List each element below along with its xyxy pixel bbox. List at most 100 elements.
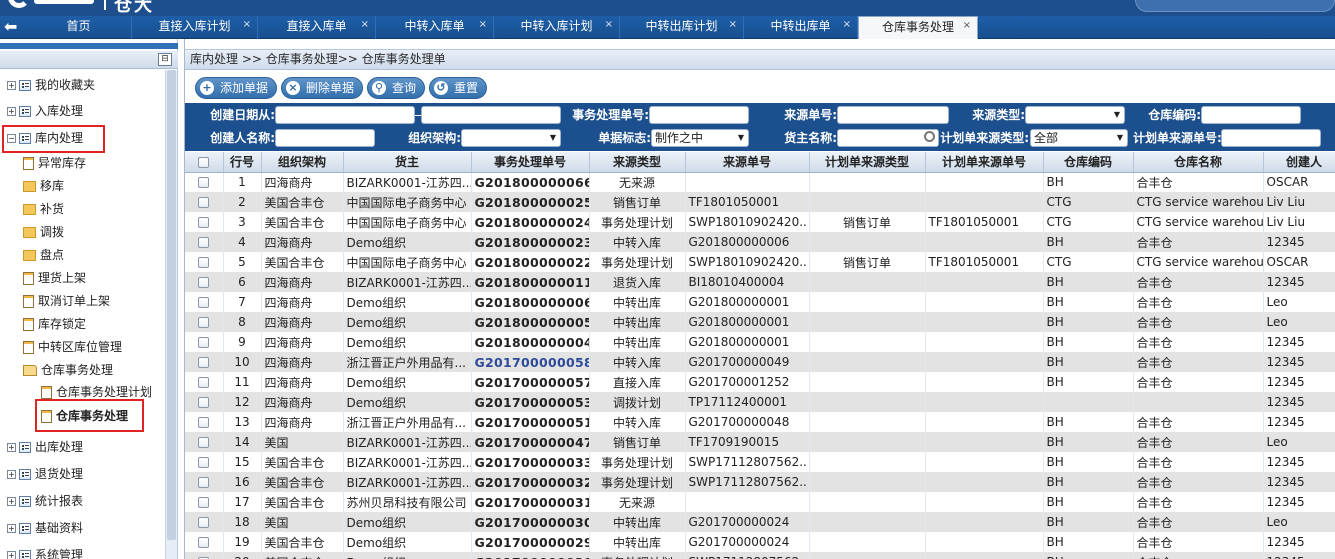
table-row[interactable]: 1 四海商舟 BIZARK0001-江苏四... G201800000066 无来源 BH… [185,172,1335,192]
table-row[interactable]: 7 四海商舟 Demo组织 G201800000006 中转出库 G20180000000… [185,292,1335,312]
column-header[interactable]: 计划单来源单号 [925,152,1044,173]
column-header[interactable]: 仓库编码 [1043,152,1134,173]
row-select-cell[interactable] [185,412,224,432]
table-row[interactable]: 6 四海商舟 BIZARK0001-江苏四... G201800000011 退货入库 B… [185,272,1335,292]
row-checkbox[interactable] [198,217,210,228]
select-all-header[interactable] [185,152,224,173]
column-header[interactable]: 来源单号 [685,152,810,173]
table-row[interactable]: 19 美国合丰仓 Demo组织 G201700000029 中转出库 G201700000… [185,532,1335,552]
row-checkbox[interactable] [198,177,210,189]
row-select-cell[interactable] [185,172,224,192]
user-panel[interactable] [1135,0,1335,12]
transaction-no-cell[interactable]: G201700000029 [471,532,590,552]
sidebar-item-outbound[interactable]: + 出库处理 [7,436,83,458]
sidebar-item-reports[interactable]: + 统计报表 [7,490,83,512]
sidebar-item-allocate[interactable]: 调拨 [23,221,64,243]
row-checkbox[interactable] [198,197,210,208]
query-button[interactable]: ⚲ 查询 [367,77,426,99]
collapse-icon[interactable]: ⊟ [158,53,172,66]
sidebar-item-warehouse-transaction-group[interactable]: 仓库事务处理 [23,359,113,381]
back-arrow-icon[interactable]: ⬅ [4,18,22,36]
row-select-cell[interactable] [185,232,224,252]
sidebar-item-cancel-order-putaway[interactable]: 取消订单上架 [23,290,110,312]
table-row[interactable]: 20美国合丰仓Demo组织G201700000028事务处理计划SWP17112… [185,552,1335,559]
plan-source-no-input[interactable] [1221,129,1321,147]
table-row[interactable]: 13 四海商舟 浙江晋正户外用品有... G201700000051 中转入库 G2017… [185,412,1335,432]
table-row[interactable]: 11 四海商舟 Demo组织 G201700000057 直接入库 G2017000012… [185,372,1335,392]
table-row[interactable]: 9 四海商舟 Demo组织 G201800000004 中转出库 G20180000000… [185,332,1335,352]
row-select-cell[interactable] [185,212,224,232]
tab-direct-inbound-order[interactable]: 直接入库单 × [258,16,376,39]
row-select-cell[interactable] [185,192,224,212]
created-date-from-input[interactable] [275,106,415,124]
expand-icon[interactable]: + [7,81,16,90]
source-no-input[interactable] [837,106,949,124]
tab-warehouse-transaction[interactable]: 仓库事务处理 × [858,16,978,39]
column-header[interactable]: 仓库名称 [1133,152,1264,173]
table-row[interactable]: 10 四海商舟 浙江晋正户外用品有... G201700000058 中转入库 G2017… [185,352,1335,372]
row-checkbox[interactable] [198,437,210,448]
row-select-cell[interactable] [185,432,224,452]
table-row[interactable]: 15 美国合丰仓 BIZARK0001-江苏四... G201700000033 事务处… [185,452,1335,472]
select-all-checkbox[interactable] [198,156,210,168]
table-row[interactable]: 2 美国合丰仓 中国国际电子商务中心 G201800000025 销售订单 TF18010… [185,192,1335,212]
close-icon[interactable]: × [361,14,369,35]
row-select-cell[interactable] [185,552,224,559]
add-document-button[interactable]: + 添加单据 [195,77,278,99]
row-select-cell[interactable] [185,252,224,272]
row-select-cell[interactable] [185,372,224,392]
column-header[interactable]: 来源类型 [589,152,686,173]
source-type-select[interactable] [1025,106,1125,124]
table-row[interactable]: 3 美国合丰仓 中国国际电子商务中心 G201800000024 事务处理计划 SWP18… [185,212,1335,232]
row-select-cell[interactable] [185,332,224,352]
expand-icon[interactable]: + [7,551,16,559]
close-icon[interactable]: × [843,14,851,35]
scrollbar-thumb[interactable] [167,70,176,540]
search-icon[interactable] [924,131,935,142]
tab-transfer-inbound-order[interactable]: 中转入库单 × [376,16,494,39]
row-select-cell[interactable] [185,492,224,512]
sidebar-item-system[interactable]: + 系统管理 [7,544,83,559]
table-row[interactable]: 18 美国 Demo组织 G201700000030 中转出库 G201700000024… [185,512,1335,532]
sidebar-item-move[interactable]: 移库 [23,175,64,197]
row-checkbox[interactable] [198,417,210,428]
row-checkbox[interactable] [198,297,210,308]
column-header[interactable]: 货主 [343,152,472,173]
transaction-no-cell[interactable]: G201700000051 [471,412,590,432]
row-checkbox[interactable] [198,457,210,468]
close-icon[interactable]: × [729,14,737,35]
transaction-no-cell[interactable]: G201800000004 [471,332,590,352]
table-row[interactable]: 4 四海商舟 Demo组织 G201800000023 中转入库 G20180000000… [185,232,1335,252]
transaction-no-input[interactable] [649,106,749,124]
table-row[interactable]: 8 四海商舟 Demo组织 G201800000005 中转出库 G20180000000… [185,312,1335,332]
row-select-cell[interactable] [185,392,224,412]
tab-transfer-outbound-plan[interactable]: 中转出库计划 × [620,16,744,39]
transaction-no-cell[interactable]: G201700000028 [471,552,590,559]
row-checkbox[interactable] [198,237,210,248]
creator-name-input[interactable] [275,129,375,147]
sidebar-item-abnormal-stock[interactable]: 异常库存 [23,152,86,174]
org-select[interactable] [461,129,561,147]
close-icon[interactable]: × [243,14,251,35]
sidebar-item-stock-lock[interactable]: 库存锁定 [23,313,86,335]
transaction-no-cell[interactable]: G201700000031 [471,492,590,512]
sidebar-item-master-data[interactable]: + 基础资料 [7,517,83,539]
reset-button[interactable]: ↺ 重置 [429,77,488,99]
row-checkbox[interactable] [198,537,210,548]
transaction-no-cell[interactable]: G201700000053 [471,392,590,412]
expand-icon[interactable]: + [7,470,16,479]
created-date-to-input[interactable] [421,106,561,124]
row-checkbox[interactable] [198,317,210,328]
sidebar-item-replenish[interactable]: 补货 [23,198,64,220]
sidebar-item-favorites[interactable]: + 我的收藏夹 [7,74,95,96]
row-checkbox[interactable] [198,377,210,388]
doc-flag-select[interactable]: 制作之中 [651,129,749,147]
row-select-cell[interactable] [185,352,224,372]
row-checkbox[interactable] [198,277,210,288]
expand-icon[interactable]: + [7,497,16,506]
expand-icon[interactable]: + [7,443,16,452]
column-header[interactable]: 创建人 [1263,152,1335,173]
tab-home[interactable]: 首页 [26,16,132,39]
row-select-cell[interactable] [185,452,224,472]
close-icon[interactable]: × [479,14,487,35]
